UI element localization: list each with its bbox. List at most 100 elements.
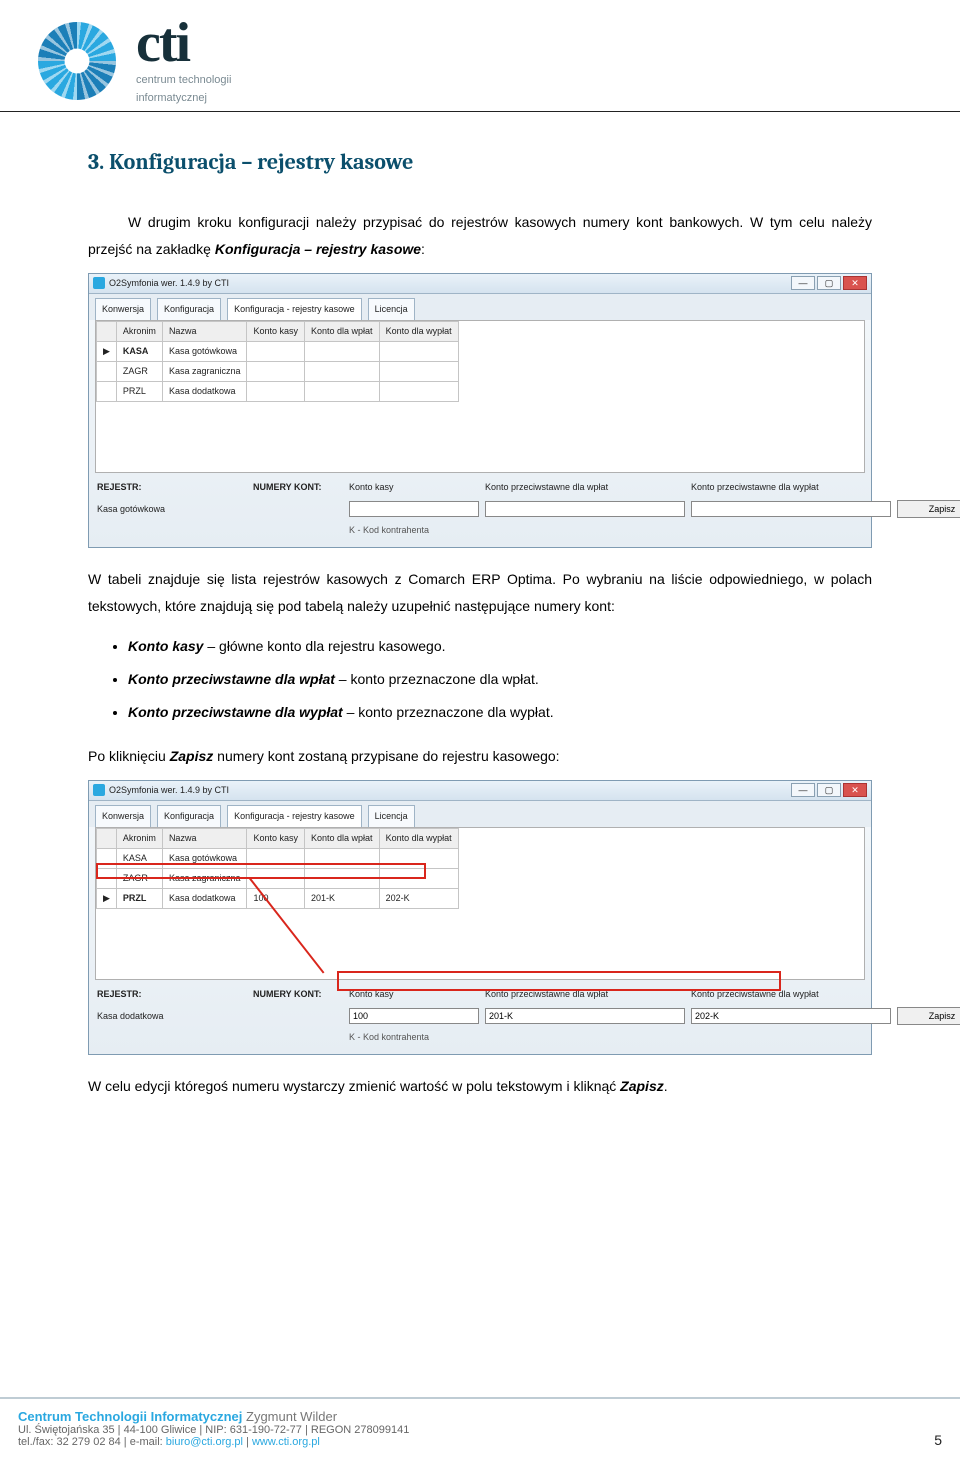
- konto-wyplat-input[interactable]: [691, 501, 891, 517]
- close-button[interactable]: ✕: [843, 783, 867, 797]
- konto-kasy-input[interactable]: [349, 501, 479, 517]
- col-pointer: [97, 321, 117, 341]
- bullet-term: Konto przeciwstawne dla wypłat: [128, 704, 343, 720]
- zapisz-button[interactable]: Zapisz: [897, 1007, 960, 1025]
- minimize-button[interactable]: —: [791, 276, 815, 290]
- window-titlebar: O2Symfonia wer. 1.4.9 by CTI — ▢ ✕: [89, 781, 871, 801]
- logo-icon: [38, 22, 116, 100]
- maximize-button[interactable]: ▢: [817, 783, 841, 797]
- cell: 201-K: [305, 889, 380, 909]
- cell: Kasa zagraniczna: [162, 869, 247, 889]
- paragraph-1: W drugim kroku konfiguracji należy przyp…: [88, 209, 872, 262]
- cell: [379, 381, 458, 401]
- col-head-konto-wplat: Konto przeciwstawne dla wpłat: [485, 479, 685, 496]
- col-akronim: Akronim: [116, 321, 162, 341]
- col-head-konto-wyplat: Konto przeciwstawne dla wypłat: [691, 986, 891, 1003]
- table-row[interactable]: ▶ KASA Kasa gotówkowa: [97, 341, 459, 361]
- table-row[interactable]: ZAGR Kasa zagraniczna: [97, 361, 459, 381]
- col-pointer: [97, 828, 117, 848]
- cell: [247, 341, 305, 361]
- p4-c: .: [664, 1078, 668, 1094]
- cell: PRZL: [116, 381, 162, 401]
- document-body: 3. Konfiguracja – rejestry kasowe W drug…: [0, 112, 960, 1100]
- row-pointer-icon: ▶: [97, 889, 117, 909]
- cell: ZAGR: [116, 869, 162, 889]
- rejestr-value: Kasa gotówkowa: [97, 501, 247, 518]
- cell: ZAGR: [116, 361, 162, 381]
- p1-tabname: Konfiguracja – rejestry kasowe: [215, 241, 421, 257]
- footer-line3a: tel./fax: 32 279 02 84 | e-mail:: [18, 1436, 166, 1448]
- page-footer: Centrum Technologii Informatycznej Zygmu…: [0, 1397, 960, 1464]
- tab-licencja[interactable]: Licencja: [368, 298, 415, 320]
- logo-sub1: centrum technologii: [136, 74, 231, 86]
- konto-wplat-input[interactable]: [485, 501, 685, 517]
- p3-a: Po kliknięciu: [88, 748, 170, 764]
- cell: [305, 381, 380, 401]
- konto-kasy-input[interactable]: [349, 1008, 479, 1024]
- col-head-konto-wplat: Konto przeciwstawne dla wpłat: [485, 986, 685, 1003]
- table-row[interactable]: ▶ PRZL Kasa dodatkowa 100 201-K 202-K: [97, 889, 459, 909]
- minimize-button[interactable]: —: [791, 783, 815, 797]
- close-button[interactable]: ✕: [843, 276, 867, 290]
- cell: 100: [247, 889, 305, 909]
- paragraph-4: W celu edycji któregoś numeru wystarczy …: [88, 1073, 872, 1100]
- footer-url-link[interactable]: www.cti.org.pl: [252, 1436, 320, 1448]
- footer-email-link[interactable]: biuro@cti.org.pl: [166, 1436, 243, 1448]
- konto-wplat-input[interactable]: [485, 1008, 685, 1024]
- p3-c: numery kont zostaną przypisane do rejest…: [213, 748, 559, 764]
- window-title: O2Symfonia wer. 1.4.9 by CTI: [109, 275, 229, 292]
- tab-konwersja[interactable]: Konwersja: [95, 298, 151, 320]
- cell: [379, 869, 458, 889]
- col-konto-wplat: Konto dla wpłat: [305, 321, 380, 341]
- konto-wyplat-input[interactable]: [691, 1008, 891, 1024]
- cell: PRZL: [116, 889, 162, 909]
- maximize-button[interactable]: ▢: [817, 276, 841, 290]
- cell: [247, 361, 305, 381]
- screenshot-2: O2Symfonia wer. 1.4.9 by CTI — ▢ ✕ Konwe…: [88, 780, 872, 1056]
- tab-licencja[interactable]: Licencja: [368, 805, 415, 827]
- cell: Kasa dodatkowa: [162, 381, 247, 401]
- cell: KASA: [116, 848, 162, 868]
- cell: [379, 848, 458, 868]
- rejestr-label: REJESTR:: [97, 986, 247, 1003]
- zapisz-button[interactable]: Zapisz: [897, 500, 960, 518]
- bullet-term: Konto kasy: [128, 638, 203, 654]
- tab-strip: Konwersja Konfiguracja Konfiguracja - re…: [89, 801, 871, 827]
- list-item: Konto przeciwstawne dla wypłat – konto p…: [128, 699, 872, 726]
- numery-kont-label: NUMERY KONT:: [253, 986, 343, 1003]
- cell: Kasa dodatkowa: [162, 889, 247, 909]
- tab-konfiguracja[interactable]: Konfiguracja: [157, 298, 221, 320]
- tab-konfiguracja[interactable]: Konfiguracja: [157, 805, 221, 827]
- cell: [97, 869, 117, 889]
- cell: [97, 381, 117, 401]
- table-row[interactable]: ZAGR Kasa zagraniczna: [97, 869, 459, 889]
- bottom-panel: REJESTR: NUMERY KONT: Konto kasy Konto p…: [89, 473, 871, 547]
- data-grid[interactable]: Akronim Nazwa Konto kasy Konto dla wpłat…: [95, 827, 865, 980]
- app-icon: [93, 784, 105, 796]
- grid-blank-area: [96, 402, 864, 472]
- col-konto-kasy: Konto kasy: [247, 828, 305, 848]
- list-item: Konto przeciwstawne dla wpłat – konto pr…: [128, 666, 872, 693]
- tab-konfig-rejestry[interactable]: Konfiguracja - rejestry kasowe: [227, 298, 362, 320]
- cell: 202-K: [379, 889, 458, 909]
- col-konto-wyplat: Konto dla wypłat: [379, 321, 458, 341]
- col-konto-wyplat: Konto dla wypłat: [379, 828, 458, 848]
- footer-line3b: |: [243, 1436, 252, 1448]
- window-title: O2Symfonia wer. 1.4.9 by CTI: [109, 782, 229, 799]
- rejestr-label: REJESTR:: [97, 479, 247, 496]
- numery-kont-label: NUMERY KONT:: [253, 479, 343, 496]
- tab-konwersja[interactable]: Konwersja: [95, 805, 151, 827]
- p1-text-a: W drugim kroku konfiguracji należy przyp…: [88, 214, 872, 257]
- cell: [247, 869, 305, 889]
- p3-zapisz: Zapisz: [170, 748, 214, 764]
- tab-konfig-rejestry[interactable]: Konfiguracja - rejestry kasowe: [227, 805, 362, 827]
- footer-line2: Ul. Świętojańska 35 | 44-100 Gliwice | N…: [18, 1424, 409, 1436]
- col-nazwa: Nazwa: [162, 828, 247, 848]
- table-row[interactable]: PRZL Kasa dodatkowa: [97, 381, 459, 401]
- app-icon: [93, 277, 105, 289]
- col-konto-kasy: Konto kasy: [247, 321, 305, 341]
- page-number: 5: [934, 1432, 942, 1448]
- table-row[interactable]: KASA Kasa gotówkowa: [97, 848, 459, 868]
- bullet-list: Konto kasy – główne konto dla rejestru k…: [128, 633, 872, 725]
- data-grid[interactable]: Akronim Nazwa Konto kasy Konto dla wpłat…: [95, 320, 865, 473]
